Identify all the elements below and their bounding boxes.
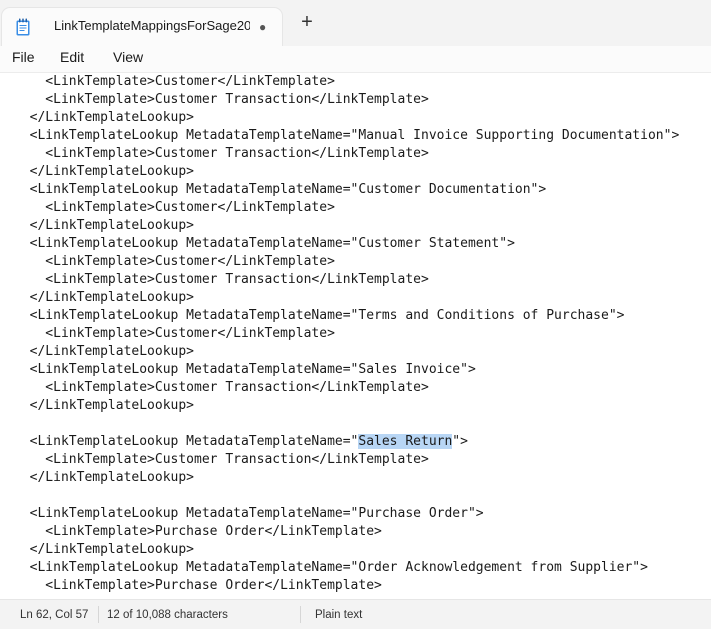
editor-line: <LinkTemplateLookup MetadataTemplateName…: [14, 182, 547, 197]
editor-line-selected: <LinkTemplateLookup MetadataTemplateName…: [14, 433, 468, 451]
status-bar: Ln 62, Col 57 12 of 10,088 characters Pl…: [0, 599, 711, 629]
tab-document[interactable]: LinkTemplateMappingsForSage200 ●: [2, 8, 282, 46]
menu-bar: File Edit View: [0, 46, 711, 73]
editor-line: </LinkTemplateLookup>: [14, 398, 195, 413]
status-divider: [98, 606, 99, 623]
editor-line: <LinkTemplate>Customer Transaction</Link…: [14, 92, 429, 107]
cursor-position[interactable]: Ln 62, Col 57: [20, 609, 88, 621]
text-selection[interactable]: Sales Return: [358, 434, 453, 449]
editor-line: </LinkTemplateLookup>: [14, 110, 195, 125]
text-editor[interactable]: <LinkTemplate>Customer</LinkTemplate> <L…: [0, 73, 711, 599]
editor-line: <LinkTemplate>Customer</LinkTemplate>: [14, 254, 335, 269]
editor-line: <LinkTemplateLookup MetadataTemplateName…: [14, 506, 484, 521]
character-count[interactable]: 12 of 10,088 characters: [107, 609, 228, 621]
line-prefix: <LinkTemplateLookup MetadataTemplateName…: [14, 434, 359, 449]
editor-line: </LinkTemplateLookup>: [14, 218, 195, 233]
unsaved-indicator-icon[interactable]: ●: [259, 20, 266, 34]
menu-file[interactable]: File: [8, 49, 39, 65]
editor-line: <LinkTemplateLookup MetadataTemplateName…: [14, 236, 515, 251]
line-suffix: ">: [452, 434, 468, 449]
new-tab-button[interactable]: +: [296, 12, 318, 34]
editor-line: <LinkTemplate>Customer Transaction</Link…: [14, 452, 429, 467]
editor-line: <LinkTemplate>Customer</LinkTemplate>: [14, 326, 335, 341]
editor-line: <LinkTemplate>Customer Transaction</Link…: [14, 380, 429, 395]
editor-line: </LinkTemplateLookup>: [14, 344, 195, 359]
editor-line: <LinkTemplateLookup MetadataTemplateName…: [14, 128, 680, 143]
editor-line: <LinkTemplate>Purchase Order</LinkTempla…: [14, 524, 382, 539]
editor-line: <LinkTemplate>Purchase Order</LinkTempla…: [14, 578, 382, 593]
editor-line: </LinkTemplateLookup>: [14, 164, 195, 179]
menu-view[interactable]: View: [109, 49, 147, 65]
editor-line: </LinkTemplateLookup>: [14, 542, 195, 557]
editor-line: </LinkTemplateLookup>: [14, 290, 195, 305]
editor-line: </LinkTemplateLookup>: [14, 470, 195, 485]
editor-line: <LinkTemplateLookup MetadataTemplateName…: [14, 362, 476, 377]
status-divider: [300, 606, 301, 623]
editor-line: <LinkTemplate>Customer</LinkTemplate>: [14, 74, 335, 89]
editor-line: <LinkTemplate>Customer</LinkTemplate>: [14, 200, 335, 215]
title-bar: LinkTemplateMappingsForSage200 ● +: [0, 0, 711, 46]
editor-line: <LinkTemplate>Customer Transaction</Link…: [14, 272, 429, 287]
notepad-icon: [15, 18, 31, 36]
editor-line: <LinkTemplate>Customer Transaction</Link…: [14, 146, 429, 161]
tab-title: LinkTemplateMappingsForSage200: [54, 18, 250, 33]
editor-line: <LinkTemplateLookup MetadataTemplateName…: [14, 560, 648, 575]
file-format[interactable]: Plain text: [315, 609, 362, 621]
menu-edit[interactable]: Edit: [56, 49, 88, 65]
editor-line: <LinkTemplateLookup MetadataTemplateName…: [14, 308, 625, 323]
